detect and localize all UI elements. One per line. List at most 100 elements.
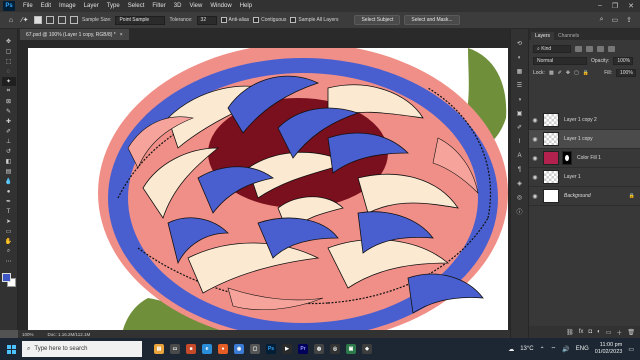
brush-settings-icon[interactable]: ✐ xyxy=(514,123,526,132)
subtract-selection-icon[interactable] xyxy=(58,16,66,24)
new-group-icon[interactable]: ▭ xyxy=(606,329,612,336)
select-and-mask-button[interactable]: Select and Mask... xyxy=(404,15,460,25)
color-swatches[interactable] xyxy=(1,273,16,287)
new-selection-icon[interactable] xyxy=(34,16,42,24)
share-icon[interactable]: ⇪ xyxy=(626,16,632,24)
menu-layer[interactable]: Layer xyxy=(80,3,103,9)
libraries-panel-icon[interactable]: ▣ xyxy=(514,109,526,118)
blend-mode-select[interactable]: Normal xyxy=(533,57,587,65)
weather-icon[interactable]: ☁ xyxy=(508,346,514,353)
lock-transparent-icon[interactable]: ▩ xyxy=(549,70,554,76)
eraser-tool-icon[interactable]: ◧ xyxy=(2,157,16,166)
file-explorer-icon[interactable]: ▤ xyxy=(154,344,164,354)
lasso-tool-icon[interactable]: ◌ xyxy=(2,67,16,76)
marquee-tool-icon[interactable]: ⬚ xyxy=(2,57,16,66)
layer-row-layer-1-copy[interactable]: ◉ Layer 1 copy xyxy=(529,130,640,149)
zoom-tool-icon[interactable]: ⌕ xyxy=(2,247,16,256)
language-indicator[interactable]: ENG xyxy=(576,346,589,352)
tolerance-input[interactable]: 32 xyxy=(196,15,217,25)
visibility-eye-icon[interactable]: ◉ xyxy=(529,174,541,181)
document-tab[interactable]: 67.psd @ 100% (Layer 1 copy, RGB/8) * × xyxy=(20,29,129,40)
shape-filter-icon[interactable] xyxy=(608,46,615,52)
photoshop-taskbar-icon[interactable]: Ps xyxy=(266,344,276,354)
tray-chevron-icon[interactable]: ⌃ xyxy=(540,346,545,353)
color-panel-icon[interactable]: ◐ xyxy=(514,53,526,62)
add-selection-icon[interactable] xyxy=(46,16,54,24)
menu-filter[interactable]: Filter xyxy=(148,3,169,9)
pixel-filter-icon[interactable] xyxy=(575,46,582,52)
tab-channels[interactable]: Channels xyxy=(554,32,583,40)
lock-all-icon[interactable]: 🔒 xyxy=(583,70,589,76)
home-icon[interactable]: ⌂ xyxy=(6,15,16,25)
menu-select[interactable]: Select xyxy=(124,3,149,9)
paths-panel-icon[interactable]: ⌇ xyxy=(514,137,526,146)
layer-mask-thumbnail[interactable] xyxy=(562,151,572,165)
visibility-eye-icon[interactable]: ◉ xyxy=(529,136,541,143)
type-filter-icon[interactable] xyxy=(597,46,604,52)
navigator-panel-icon[interactable]: ◎ xyxy=(514,193,526,202)
weather-temp[interactable]: 13°C xyxy=(520,346,533,352)
visibility-eye-icon[interactable]: ◉ xyxy=(529,193,541,200)
frame-tool-icon[interactable]: ⊠ xyxy=(2,97,16,106)
layer-row-color-fill-1[interactable]: ◉ Color Fill 1 xyxy=(529,149,640,168)
workspace-icon[interactable]: ▭ xyxy=(612,16,619,24)
close-button[interactable]: ✕ xyxy=(628,2,634,10)
adjustment-layer-icon[interactable]: ◐ xyxy=(597,329,601,335)
menu-help[interactable]: Help xyxy=(236,3,256,9)
visibility-eye-icon[interactable]: ◉ xyxy=(529,117,541,124)
menu-type[interactable]: Type xyxy=(103,3,124,9)
info-panel-icon[interactable]: ⓘ xyxy=(514,207,526,216)
menu-view[interactable]: View xyxy=(185,3,206,9)
swatches-panel-icon[interactable]: ▦ xyxy=(514,67,526,76)
brush-tool-icon[interactable]: ✐ xyxy=(2,127,16,136)
lock-artboard-icon[interactable]: ▢ xyxy=(574,70,579,76)
type-tool-icon[interactable]: T xyxy=(2,207,16,216)
select-subject-button[interactable]: Select Subject xyxy=(354,15,401,25)
menu-file[interactable]: File xyxy=(19,3,37,9)
history-brush-icon[interactable]: ↺ xyxy=(2,147,16,156)
healing-brush-icon[interactable]: ✚ xyxy=(2,117,16,126)
layer-kind-filter[interactable]: ⌕ Kind xyxy=(533,45,571,53)
minimize-button[interactable]: – xyxy=(598,2,602,10)
adjustments-panel-icon[interactable]: ◑ xyxy=(514,95,526,104)
hand-tool-icon[interactable]: ✋ xyxy=(2,237,16,246)
add-mask-icon[interactable]: ◘ xyxy=(588,329,592,335)
layer-row-layer-1[interactable]: ◉ Layer 1 xyxy=(529,168,640,187)
delete-layer-icon[interactable]: 🗑 xyxy=(627,329,635,336)
document-canvas[interactable] xyxy=(28,48,508,330)
pen-tool-icon[interactable]: ✒ xyxy=(2,197,16,206)
move-tool-icon[interactable]: ✥ xyxy=(2,37,16,46)
lock-pixels-icon[interactable]: ✐ xyxy=(558,70,562,76)
clock[interactable]: 11:00 pm 01/02/2023 xyxy=(595,342,623,356)
start-button[interactable] xyxy=(0,338,22,360)
shape-tool-icon[interactable]: ▭ xyxy=(2,227,16,236)
canvas-area[interactable] xyxy=(18,40,510,330)
character-panel-icon[interactable]: A xyxy=(514,151,526,160)
lock-position-icon[interactable]: ✥ xyxy=(566,70,570,76)
chrome-icon[interactable]: ◉ xyxy=(234,344,244,354)
sample-size-select[interactable]: Point Sample xyxy=(115,15,166,25)
app-icon-2[interactable]: ▢ xyxy=(250,344,260,354)
path-selection-icon[interactable]: ➤ xyxy=(2,217,16,226)
glyphs-panel-icon[interactable]: ◈ xyxy=(514,179,526,188)
search-icon[interactable]: ⌕ xyxy=(600,16,604,24)
more-tools-icon[interactable]: ⋯ xyxy=(2,257,16,266)
app-icon-4[interactable]: ◎ xyxy=(330,344,340,354)
crop-tool-icon[interactable]: ⌗ xyxy=(2,87,16,96)
tab-layers[interactable]: Layers xyxy=(531,32,555,40)
visibility-eye-icon[interactable]: ◉ xyxy=(529,155,541,162)
close-tab-icon[interactable]: × xyxy=(120,32,123,38)
magic-wand-icon[interactable]: ⁄✦ xyxy=(20,15,30,25)
opacity-input[interactable]: 100% xyxy=(613,57,634,65)
intersect-selection-icon[interactable] xyxy=(70,16,78,24)
new-layer-icon[interactable]: ＋ xyxy=(616,328,622,337)
app-icon-3[interactable]: ◍ xyxy=(314,344,324,354)
artboard-tool-icon[interactable]: ▢ xyxy=(2,47,16,56)
clone-stamp-icon[interactable]: ⊥ xyxy=(2,137,16,146)
zoom-level[interactable]: 100% xyxy=(22,332,34,337)
media-icon[interactable]: ▶ xyxy=(282,344,292,354)
properties-panel-icon[interactable]: ☰ xyxy=(514,81,526,90)
task-view-icon[interactable]: ▭ xyxy=(170,344,180,354)
history-panel-icon[interactable]: ⟲ xyxy=(514,39,526,48)
paragraph-panel-icon[interactable]: ¶ xyxy=(514,165,526,174)
